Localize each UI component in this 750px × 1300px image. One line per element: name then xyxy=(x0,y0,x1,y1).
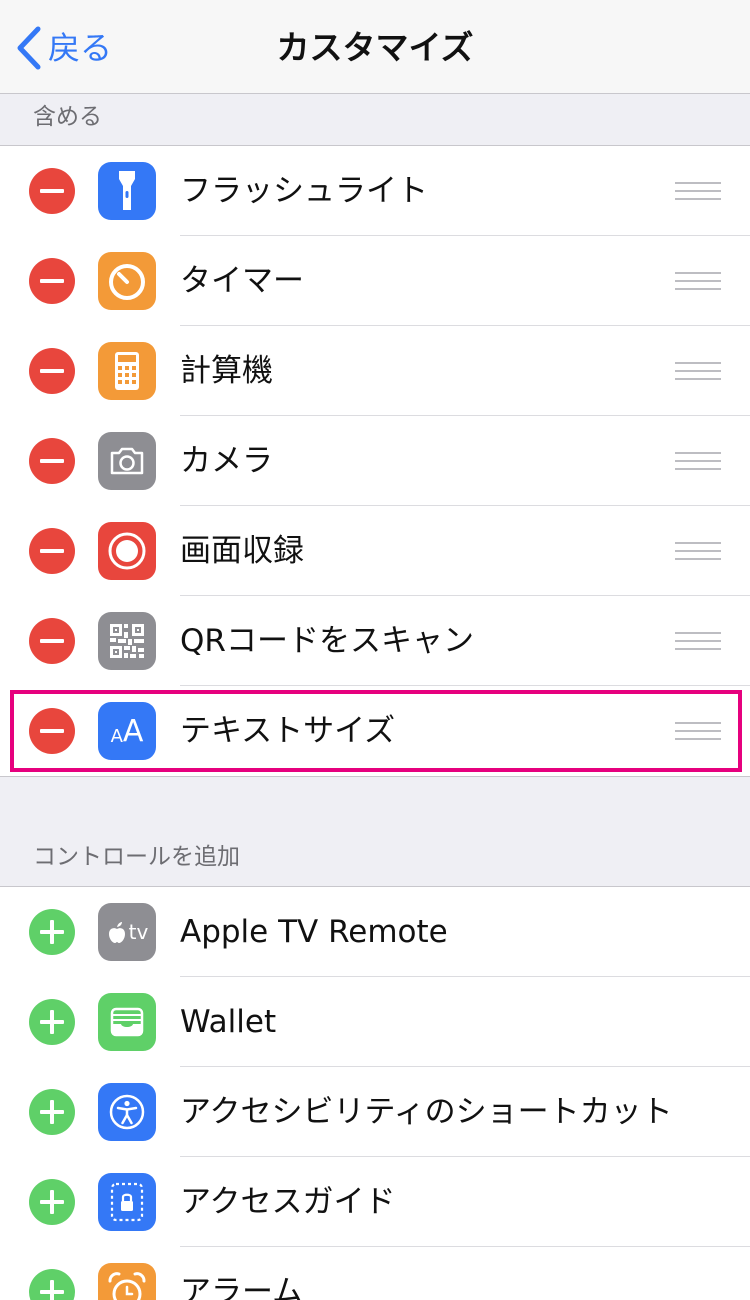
control-label: Apple TV Remote xyxy=(180,914,448,950)
reorder-handle[interactable] xyxy=(675,631,721,651)
reorder-handle[interactable] xyxy=(675,541,721,561)
list-item: tv Apple TV Remote xyxy=(0,887,750,977)
list-item: QRコードをスキャン xyxy=(0,596,750,686)
add-button[interactable] xyxy=(29,1269,75,1300)
add-button[interactable] xyxy=(29,999,75,1045)
list-item: 画面収録 xyxy=(0,506,750,596)
control-label: 計算機 xyxy=(180,353,273,389)
apple-tv-icon: tv xyxy=(98,903,156,961)
accessibility-icon xyxy=(98,1083,156,1141)
list-item: アラーム xyxy=(0,1247,750,1300)
timer-icon xyxy=(98,252,156,310)
reorder-handle[interactable] xyxy=(675,361,721,381)
control-label: アラーム xyxy=(180,1274,304,1300)
add-button[interactable] xyxy=(29,1179,75,1225)
remove-button[interactable] xyxy=(29,708,75,754)
remove-button[interactable] xyxy=(29,348,75,394)
remove-button[interactable] xyxy=(29,168,75,214)
page-title: カスタマイズ xyxy=(276,28,474,67)
control-label: アクセスガイド xyxy=(180,1184,396,1220)
guided-access-icon xyxy=(98,1173,156,1231)
alarm-icon xyxy=(98,1263,156,1300)
calculator-icon xyxy=(98,342,156,400)
section-header-include: 含める xyxy=(33,104,102,130)
reorder-handle[interactable] xyxy=(675,271,721,291)
add-button[interactable] xyxy=(29,909,75,955)
section-header-add: コントロールを追加 xyxy=(33,844,240,870)
list-item: アクセシビリティのショートカット xyxy=(0,1067,750,1157)
control-label: QRコードをスキャン xyxy=(180,623,474,659)
control-label: タイマー xyxy=(180,263,304,299)
list-item-highlighted: AA テキストサイズ xyxy=(0,686,750,776)
remove-button[interactable] xyxy=(29,438,75,484)
reorder-handle[interactable] xyxy=(675,721,721,741)
wallet-icon xyxy=(98,993,156,1051)
qr-code-icon xyxy=(98,612,156,670)
control-label: アクセシビリティのショートカット xyxy=(180,1094,673,1130)
list-item: タイマー xyxy=(0,236,750,326)
remove-button[interactable] xyxy=(29,618,75,664)
screen-record-icon xyxy=(98,522,156,580)
list-item: アクセスガイド xyxy=(0,1157,750,1247)
list-item: 計算機 xyxy=(0,326,750,416)
customize-controls-screen: 戻る カスタマイズ 含める フラッシュライト タイマー 計算機 カメラ 画面収録… xyxy=(0,0,750,1300)
camera-icon xyxy=(98,432,156,490)
navigation-bar: 戻る カスタマイズ xyxy=(0,0,750,94)
control-label: フラッシュライト xyxy=(180,173,428,209)
reorder-handle[interactable] xyxy=(675,181,721,201)
flashlight-icon xyxy=(98,162,156,220)
remove-button[interactable] xyxy=(29,528,75,574)
text-size-icon: AA xyxy=(98,702,156,760)
add-button[interactable] xyxy=(29,1089,75,1135)
available-controls-list: tv Apple TV Remote Wallet アクセシビリティのショートカ… xyxy=(0,886,750,1300)
list-item: カメラ xyxy=(0,416,750,506)
control-label: テキストサイズ xyxy=(180,713,396,749)
list-item: Wallet xyxy=(0,977,750,1067)
list-item: フラッシュライト xyxy=(0,146,750,236)
remove-button[interactable] xyxy=(29,258,75,304)
control-label: Wallet xyxy=(180,1004,277,1040)
included-controls-list: フラッシュライト タイマー 計算機 カメラ 画面収録 QRコードをスキャン A … xyxy=(0,145,750,777)
control-label: カメラ xyxy=(180,443,273,479)
control-label: 画面収録 xyxy=(180,533,304,569)
reorder-handle[interactable] xyxy=(675,451,721,471)
